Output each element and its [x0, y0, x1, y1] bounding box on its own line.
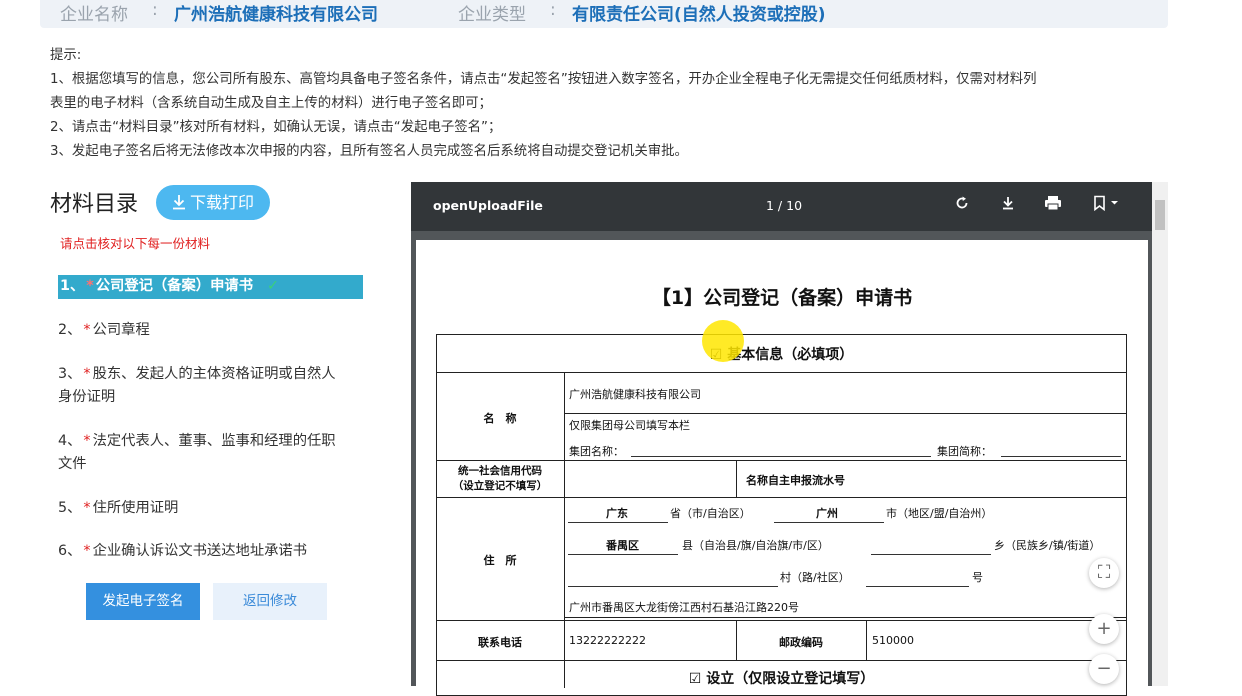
province-value: 广东 — [606, 507, 628, 520]
required-star: * — [83, 500, 91, 516]
download-icon — [172, 185, 186, 220]
colon: : — [152, 0, 158, 20]
notice-title: 提示: — [50, 48, 82, 63]
required-star: * — [86, 278, 94, 294]
notice-line-1b: 表里的电子材料（含系统自动生成及自主上传的材料）进行电子签名即可； — [50, 96, 492, 111]
material-item-label-cont: 文件 — [58, 456, 87, 472]
download-print-label: 下载打印 — [189, 193, 254, 212]
village-suffix: 村（路/社区） — [780, 571, 850, 584]
rotate-icon[interactable] — [950, 194, 974, 218]
pdf-page: 【1】公司登记（备案）申请书 ☑ 基本信息（必填项） 名 称 广州浩航健康科技有… — [416, 240, 1148, 696]
group-note: 仅限集团母公司填写本栏 — [569, 419, 690, 432]
group-name-label: 集团名称： — [569, 445, 624, 458]
county-suffix: 县（自治县/旗/自治旗/市/区） — [682, 539, 829, 552]
company-info-bar: 企业名称 : 广州浩航健康科技有限公司 企业类型 : 有限责任公司(自然人投资或… — [40, 0, 1168, 28]
zoom-out-button[interactable]: − — [1089, 654, 1119, 684]
credit-code-label: 统一社会信用代码 （设立登记不填写） — [452, 465, 548, 492]
pdf-toolbar: openUploadFile 1 / 10 — [411, 182, 1152, 231]
check-icon: ✓ — [267, 278, 279, 294]
notice-line-2: 2、请点击“材料目录”核对所有材料，如确认无误，请点击“发起电子签名”； — [50, 120, 502, 135]
company-type-value: 有限责任公司(自然人投资或控股) — [572, 5, 826, 25]
company-type-label: 企业类型 — [458, 5, 526, 25]
download-icon[interactable] — [996, 194, 1020, 218]
material-item-label: 股东、发起人的主体资格证明或自然人 — [92, 366, 336, 382]
required-star: * — [83, 322, 91, 338]
full-address: 广州市番禺区大龙街傍江西村石基沿江路220号 — [569, 601, 799, 614]
phone-value: 13222222222 — [569, 634, 646, 647]
required-star: * — [83, 543, 91, 559]
material-item-label: 住所使用证明 — [92, 500, 179, 516]
notice-line-3: 3、发起电子签名后将无法修改本次申报的内容，且所有签名人员完成签名后系统将自动提… — [50, 144, 688, 159]
document-title: 【1】公司登记（备案）申请书 — [651, 287, 913, 309]
section-establishment: ☑ 设立（仅限设立登记填写） — [688, 671, 875, 687]
material-item-label: 企业确认诉讼文书送达地址承诺书 — [92, 543, 308, 559]
notice-line-1: 1、根据您填写的信息，您公司所有股东、高管均具备电子签名条件，请点击“发起签名”… — [50, 72, 1037, 87]
section-basic-info: ☑ 基本信息（必填项） — [709, 347, 854, 363]
page-indicator: 1 / 10 — [766, 198, 803, 213]
material-item-label: 法定代表人、董事、监事和经理的任职 — [92, 433, 336, 449]
download-print-button[interactable]: 下载打印 — [156, 185, 270, 220]
material-item-label: 公司登记（备案）申请书 — [95, 278, 253, 294]
pdf-filename: openUploadFile — [433, 198, 543, 213]
material-item-label-cont: 身份证明 — [58, 389, 116, 405]
bookmark-icon[interactable] — [1087, 194, 1127, 218]
material-item-6[interactable]: 6、 * 企业确认诉讼文书送达地址承诺书 — [58, 540, 358, 563]
number-suffix: 号 — [972, 571, 983, 584]
county-value: 番禺区 — [606, 539, 639, 552]
material-item-2[interactable]: 2、 * 公司章程 — [58, 319, 358, 342]
town-suffix: 乡（民族乡/镇/街道） — [994, 539, 1101, 552]
province-suffix: 省（市/自治区） — [670, 507, 751, 520]
pdf-scrollbar[interactable] — [1152, 182, 1168, 686]
address-label: 住 所 — [483, 554, 517, 567]
required-star: * — [83, 366, 91, 382]
colon: : — [550, 0, 556, 20]
company-name-field: 广州浩航健康科技有限公司 — [569, 388, 701, 401]
materials-title: 材料目录 — [50, 192, 139, 217]
print-icon[interactable] — [1041, 194, 1065, 218]
cursor-highlight — [702, 320, 744, 362]
material-item-3[interactable]: 3、 * 股东、发起人的主体资格证明或自然人 身份证明 — [58, 363, 358, 409]
postal-value: 510000 — [872, 634, 914, 647]
self-report-label: 名称自主申报流水号 — [746, 474, 845, 487]
notice-box: 提示: 1、根据您填写的信息，您公司所有股东、高管均具备电子签名条件，请点击“发… — [50, 44, 1180, 164]
back-to-edit-button[interactable]: 返回修改 — [213, 583, 327, 620]
material-item-4[interactable]: 4、 * 法定代表人、董事、监事和经理的任职 文件 — [58, 430, 358, 476]
company-name-label: 企业名称 — [60, 5, 128, 25]
postal-label: 邮政编码 — [779, 636, 823, 649]
material-item-1[interactable]: 1、 * 公司登记（备案）申请书 ✓ — [58, 275, 363, 299]
company-name-value: 广州浩航健康科技有限公司 — [174, 5, 378, 25]
required-star: * — [83, 433, 91, 449]
scrollbar-thumb[interactable] — [1155, 200, 1165, 230]
city-suffix: 市（地区/盟/自治州） — [886, 507, 993, 520]
group-short-label: 集团简称： — [937, 445, 992, 458]
material-item-label: 公司章程 — [92, 322, 150, 338]
start-e-signature-button[interactable]: 发起电子签名 — [86, 583, 200, 620]
fit-page-icon[interactable]: ⛶ — [1089, 558, 1119, 588]
zoom-in-button[interactable]: + — [1089, 614, 1119, 644]
materials-hint: 请点击核对以下每一份材料 — [60, 236, 211, 251]
material-item-5[interactable]: 5、 * 住所使用证明 — [58, 497, 358, 520]
phone-label: 联系电话 — [478, 636, 522, 649]
name-label: 名 称 — [483, 412, 517, 425]
city-value: 广州 — [816, 507, 838, 520]
